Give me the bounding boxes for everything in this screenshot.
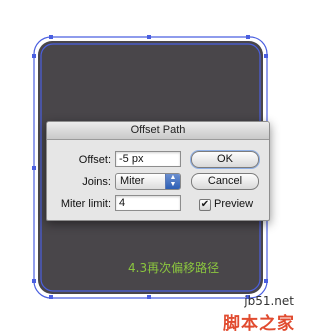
watermark-site: jb51.net xyxy=(244,294,294,308)
canvas-caption: 4.3再次偏移路径 xyxy=(128,261,220,275)
miter-limit-field[interactable]: 4 xyxy=(115,195,181,211)
offset-path-dialog: Offset Path Offset: -5 px Joins: Miter ▲… xyxy=(46,121,270,221)
joins-select[interactable]: Miter ▲ ▼ xyxy=(115,173,181,190)
preview-label: Preview xyxy=(214,198,254,210)
dialog-title: Offset Path xyxy=(47,122,269,140)
miter-limit-label: Miter limit: xyxy=(60,198,111,210)
offset-field[interactable]: -5 px xyxy=(115,151,181,167)
cancel-button[interactable]: Cancel xyxy=(191,173,259,190)
preview-checkbox[interactable]: ✔ xyxy=(199,199,211,211)
offset-label: Offset: xyxy=(78,154,111,166)
updown-arrows-icon: ▲ ▼ xyxy=(165,174,180,189)
joins-selected-value: Miter xyxy=(120,175,145,187)
joins-label: Joins: xyxy=(82,176,111,188)
ok-button[interactable]: OK xyxy=(191,151,259,168)
checkmark-icon: ✔ xyxy=(200,199,210,210)
watermark-brand: 脚本之家 xyxy=(223,314,295,334)
